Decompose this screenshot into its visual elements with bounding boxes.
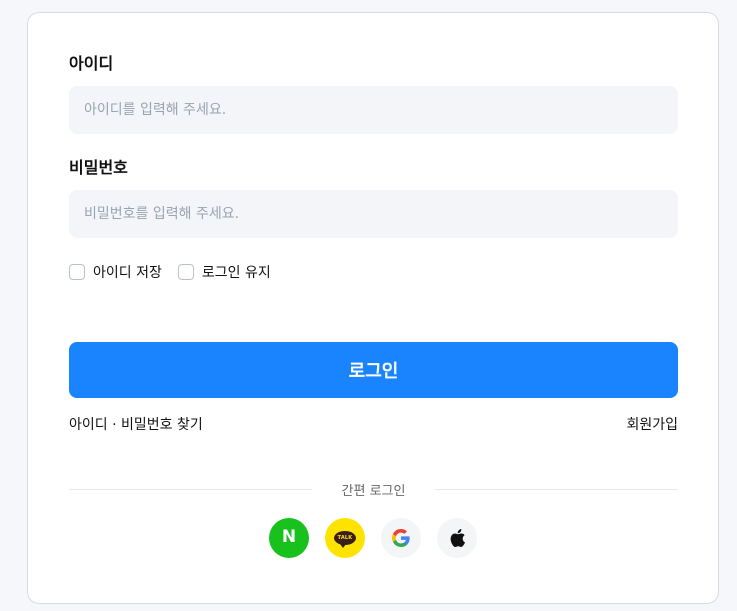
remember-id-checkbox[interactable] xyxy=(69,264,85,280)
google-icon xyxy=(392,529,410,547)
keep-login-checkbox[interactable] xyxy=(177,264,194,280)
social-login-buttons: N TALK xyxy=(269,518,477,558)
remember-id-option[interactable]: 아이디 저장 xyxy=(69,262,162,282)
divider-line-right xyxy=(435,489,678,490)
kakao-login-button[interactable]: TALK xyxy=(325,518,365,558)
apple-login-button[interactable] xyxy=(437,518,477,558)
signup-link[interactable]: 회원가입 xyxy=(626,414,678,434)
simple-login-text: 간편 로그인 xyxy=(341,484,406,499)
apple-icon xyxy=(450,529,465,547)
naver-login-button[interactable]: N xyxy=(269,518,309,558)
kakao-talk-text: TALK xyxy=(337,534,353,541)
kakao-icon: TALK xyxy=(334,531,356,548)
naver-icon: N xyxy=(281,526,297,547)
password-input[interactable] xyxy=(69,190,678,238)
password-label: 비밀번호 xyxy=(69,158,128,177)
login-card: 아이디 비밀번호 아이디 저장 로그인 유지 로그인 아이디 · 비밀번호 찾기… xyxy=(27,12,719,604)
remember-id-label: 아이디 저장 xyxy=(93,265,162,281)
google-login-button[interactable] xyxy=(381,518,421,558)
find-account-link[interactable]: 아이디 · 비밀번호 찾기 xyxy=(69,414,203,434)
keep-login-option[interactable]: 로그인 유지 xyxy=(177,262,271,282)
divider-line-left xyxy=(69,489,312,490)
id-label: 아이디 xyxy=(69,54,114,73)
account-links: 아이디 · 비밀번호 찾기 회원가입 xyxy=(69,414,678,434)
keep-login-label: 로그인 유지 xyxy=(201,265,271,281)
login-button[interactable]: 로그인 xyxy=(69,342,678,398)
id-input[interactable] xyxy=(69,86,678,134)
options-row: 아이디 저장 로그인 유지 xyxy=(69,262,271,282)
simple-login-divider: 간편 로그인 xyxy=(69,480,678,499)
